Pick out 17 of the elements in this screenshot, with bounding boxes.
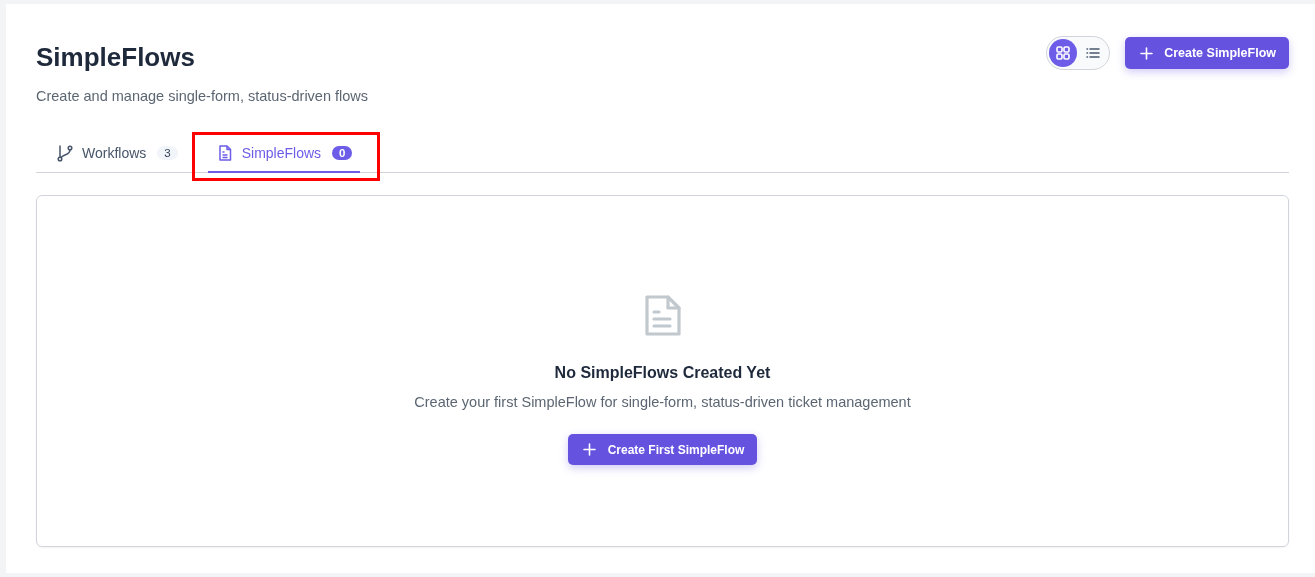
create-first-button[interactable]: Create First SimpleFlow: [567, 434, 758, 465]
plus-icon: [1140, 46, 1154, 60]
page-subtitle: Create and manage single-form, status-driven flows: [36, 88, 369, 104]
tab[interactable]: SimpleFlows 0: [207, 136, 361, 173]
count-badge: 0: [332, 146, 353, 160]
create-button[interactable]: Create SimpleFlow: [1125, 37, 1289, 69]
plus-icon: [582, 443, 596, 456]
tab[interactable]: Workflows 3: [48, 136, 186, 173]
branch-icon: [56, 144, 74, 162]
grid-icon: [1055, 45, 1072, 61]
list-icon: [1085, 45, 1102, 61]
page-title: SimpleFlows: [36, 42, 196, 73]
grid-view-button[interactable]: [1049, 39, 1078, 67]
count-badge: 3: [157, 146, 178, 160]
empty-state-title: No SimpleFlows Created Yet: [554, 364, 771, 382]
document-icon: [642, 294, 683, 338]
empty-state-message: Create your first SimpleFlow for single-form, status-driven ticket management: [414, 394, 911, 410]
